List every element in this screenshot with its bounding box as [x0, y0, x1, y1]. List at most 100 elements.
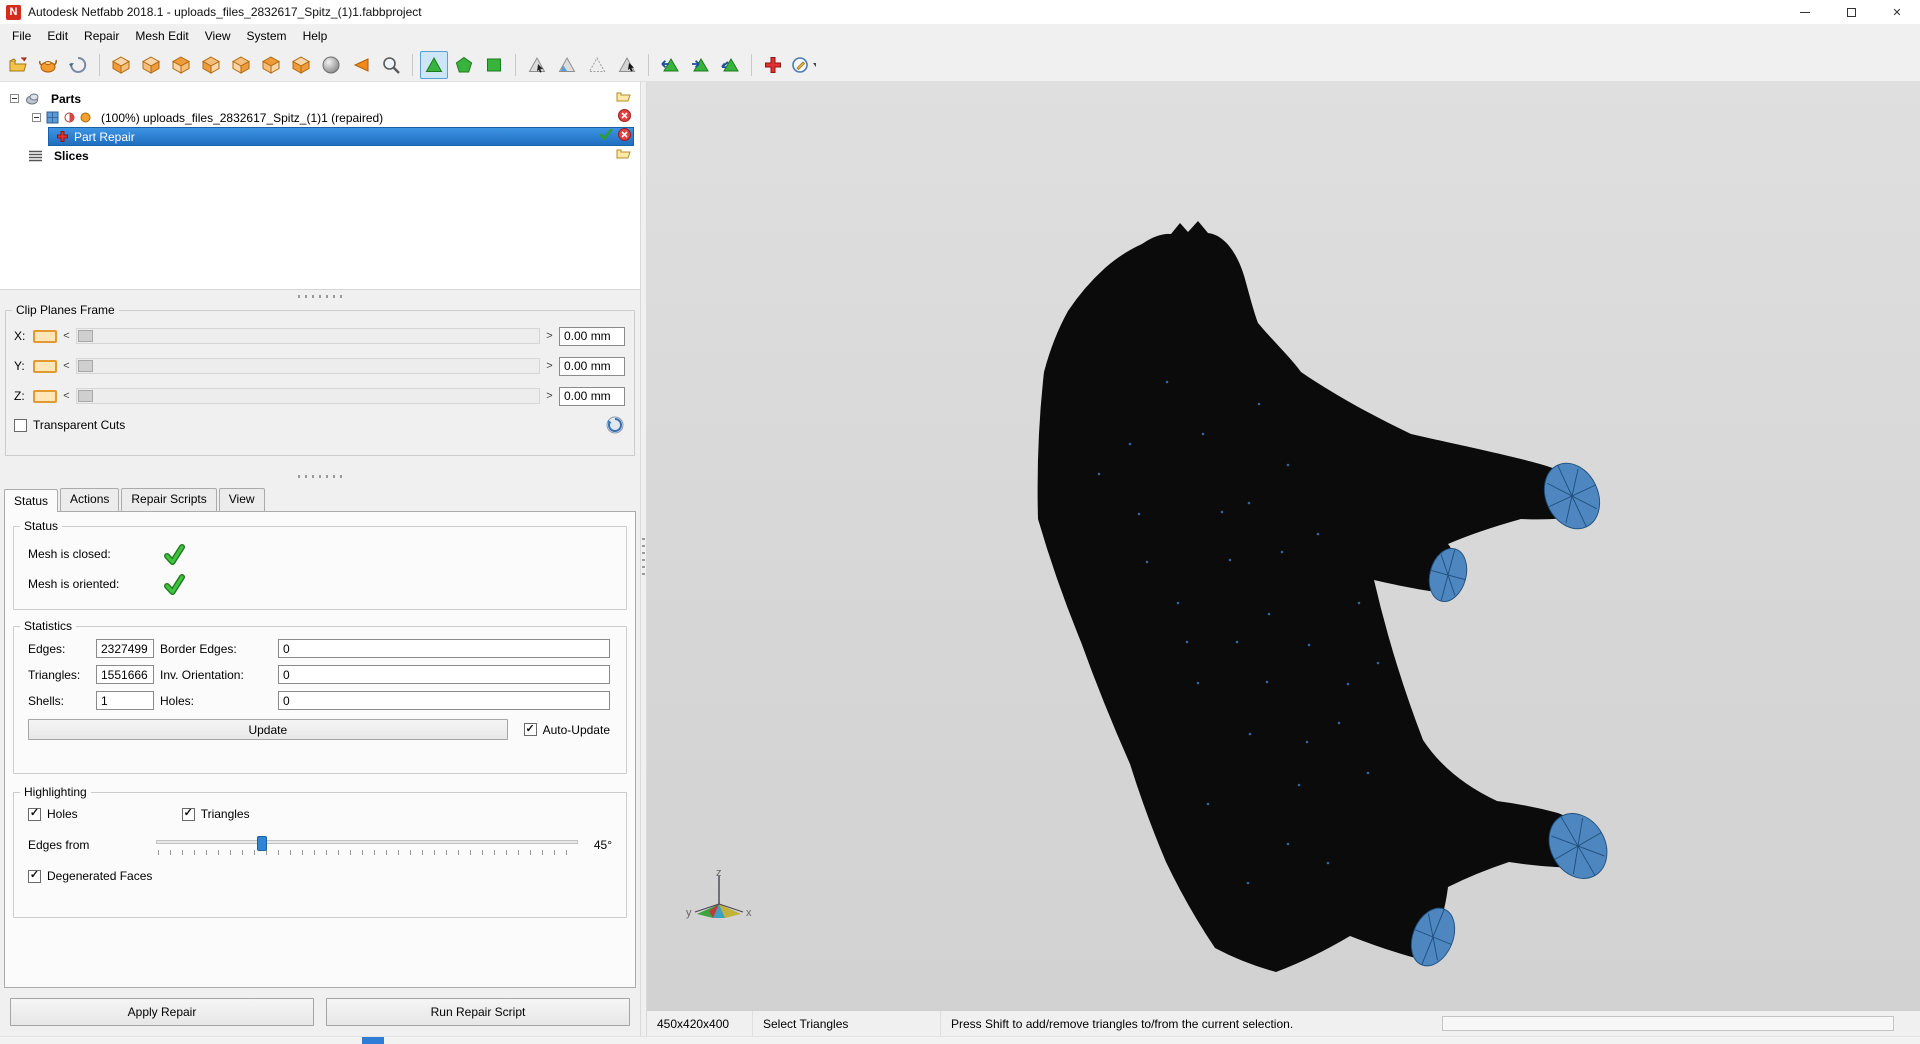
clip-z-increase-button[interactable]: > [545, 390, 554, 402]
clip-x-increase-button[interactable]: > [545, 330, 554, 342]
clip-y-decrease-button[interactable]: < [62, 360, 71, 372]
inv-orientation-input[interactable] [278, 665, 610, 684]
tab-status[interactable]: Status [4, 489, 59, 512]
repair-add-icon[interactable] [759, 51, 787, 79]
tab-repair-scripts[interactable]: Repair Scripts [121, 488, 217, 511]
collapse-icon[interactable] [10, 94, 19, 103]
tab-actions[interactable]: Actions [60, 488, 120, 511]
tab-view[interactable]: View [218, 488, 265, 511]
edges-angle-slider[interactable] [156, 835, 578, 855]
view-back-icon[interactable] [167, 51, 195, 79]
expand-selection-icon[interactable] [656, 51, 684, 79]
tree-node-parts[interactable]: Parts [0, 89, 640, 108]
run-repair-script-button[interactable]: Run Repair Script [326, 998, 630, 1026]
toolbar-separator [412, 53, 413, 76]
triangles-input[interactable] [96, 665, 154, 684]
clip-x-slider[interactable] [76, 328, 540, 344]
menu-system[interactable]: System [239, 26, 295, 46]
model-scene [1037, 221, 1608, 972]
shells-input[interactable] [96, 691, 154, 710]
maximize-button[interactable] [1828, 0, 1874, 24]
clip-y-slider[interactable] [76, 358, 540, 374]
select-shells-tool[interactable] [480, 51, 508, 79]
open-project-icon[interactable] [4, 51, 32, 79]
menu-help[interactable]: Help [295, 26, 336, 46]
menu-edit[interactable]: Edit [39, 26, 76, 46]
model-dimensions: 450x420x400 [647, 1011, 753, 1036]
clip-z-decrease-button[interactable]: < [62, 390, 71, 402]
select-add-triangle-tool[interactable] [523, 51, 551, 79]
close-button[interactable]: ✕ [1874, 0, 1920, 24]
triangles-checkbox[interactable]: Triangles [181, 807, 250, 821]
select-brush-tool[interactable] [613, 51, 641, 79]
shrink-selection-icon[interactable] [686, 51, 714, 79]
clip-x-value-input[interactable] [559, 326, 625, 346]
clip-y-increase-button[interactable]: > [545, 360, 554, 372]
fit-view-arrow-icon[interactable] [347, 51, 375, 79]
import-part-icon[interactable] [34, 51, 62, 79]
reset-clip-icon[interactable] [605, 415, 625, 435]
cancel-repair-icon[interactable] [618, 128, 631, 141]
horizontal-splitter[interactable] [0, 470, 640, 482]
clip-y-value-input[interactable] [559, 356, 625, 376]
part-status-dot-icon [64, 112, 75, 123]
remove-part-icon[interactable] [618, 109, 631, 122]
view-top-icon[interactable] [257, 51, 285, 79]
select-rect-triangle-tool[interactable] [553, 51, 581, 79]
edges-input[interactable] [96, 639, 154, 658]
minimize-button[interactable] [1782, 0, 1828, 24]
tree-node-part-repair[interactable]: Part Repair [0, 127, 640, 146]
holes-checkbox[interactable]: Holes [28, 807, 78, 821]
degenerated-faces-checkbox[interactable]: Degenerated Faces [28, 869, 152, 883]
menu-view[interactable]: View [197, 26, 239, 46]
clip-x-color-swatch[interactable] [33, 329, 57, 343]
history-loop-icon[interactable] [64, 51, 92, 79]
collapse-icon[interactable] [32, 113, 41, 122]
apply-repair-button[interactable]: Apply Repair [10, 998, 314, 1026]
clip-z-slider-handle[interactable] [78, 390, 93, 402]
clip-y-slider-handle[interactable] [78, 360, 93, 372]
menu-repair[interactable]: Repair [76, 26, 127, 46]
folder-icon[interactable] [616, 147, 631, 159]
select-surfaces-tool[interactable] [450, 51, 478, 79]
menu-file[interactable]: File [4, 26, 39, 46]
tree-node-slices[interactable]: Slices [0, 146, 640, 165]
clip-z-value-input[interactable] [559, 386, 625, 406]
holes-input[interactable] [278, 691, 610, 710]
statusbar: 450x420x400 Select Triangles Press Shift… [647, 1010, 1920, 1036]
shading-sphere-icon[interactable] [317, 51, 345, 79]
select-triangles-tool[interactable] [420, 50, 448, 79]
view-front-icon[interactable] [137, 51, 165, 79]
tree-node-part[interactable]: (100%) uploads_files_2832617_Spitz_(1)1 … [0, 108, 640, 127]
select-free-triangle-tool[interactable] [583, 51, 611, 79]
update-button[interactable]: Update [28, 719, 508, 740]
view-left-icon[interactable] [197, 51, 225, 79]
taskbar-active-app-indicator [362, 1037, 384, 1044]
clip-x-decrease-button[interactable]: < [62, 330, 71, 342]
view-iso-icon[interactable] [107, 51, 135, 79]
viewport-canvas[interactable]: x y z [647, 82, 1920, 1010]
clip-y-color-swatch[interactable] [33, 359, 57, 373]
view-bottom-icon[interactable] [287, 51, 315, 79]
parts-tree: Parts (100%) uploads_files_2832617_Spitz… [0, 82, 640, 290]
edges-angle-slider-handle[interactable] [257, 836, 268, 851]
vertical-splitter[interactable] [640, 82, 647, 1036]
clip-row-y: Y: < > [6, 351, 634, 381]
transparent-cuts-checkbox[interactable]: Transparent Cuts [14, 418, 125, 432]
clip-row-z: Z: < > [6, 381, 634, 411]
folder-icon[interactable] [616, 90, 631, 102]
horizontal-splitter[interactable] [0, 290, 640, 302]
clip-z-slider[interactable] [76, 388, 540, 404]
zoom-icon[interactable] [377, 51, 405, 79]
part-repair-icon [56, 130, 69, 143]
tool-options-icon[interactable] [789, 51, 817, 79]
apply-check-icon[interactable] [599, 128, 613, 141]
clip-z-color-swatch[interactable] [33, 389, 57, 403]
border-edges-input[interactable] [278, 639, 610, 658]
invert-selection-icon[interactable] [716, 51, 744, 79]
view-right-icon[interactable] [227, 51, 255, 79]
current-mode: Select Triangles [753, 1011, 941, 1036]
auto-update-checkbox[interactable]: Auto-Update [523, 723, 610, 737]
menu-mesh-edit[interactable]: Mesh Edit [127, 26, 196, 46]
clip-x-slider-handle[interactable] [78, 330, 93, 342]
